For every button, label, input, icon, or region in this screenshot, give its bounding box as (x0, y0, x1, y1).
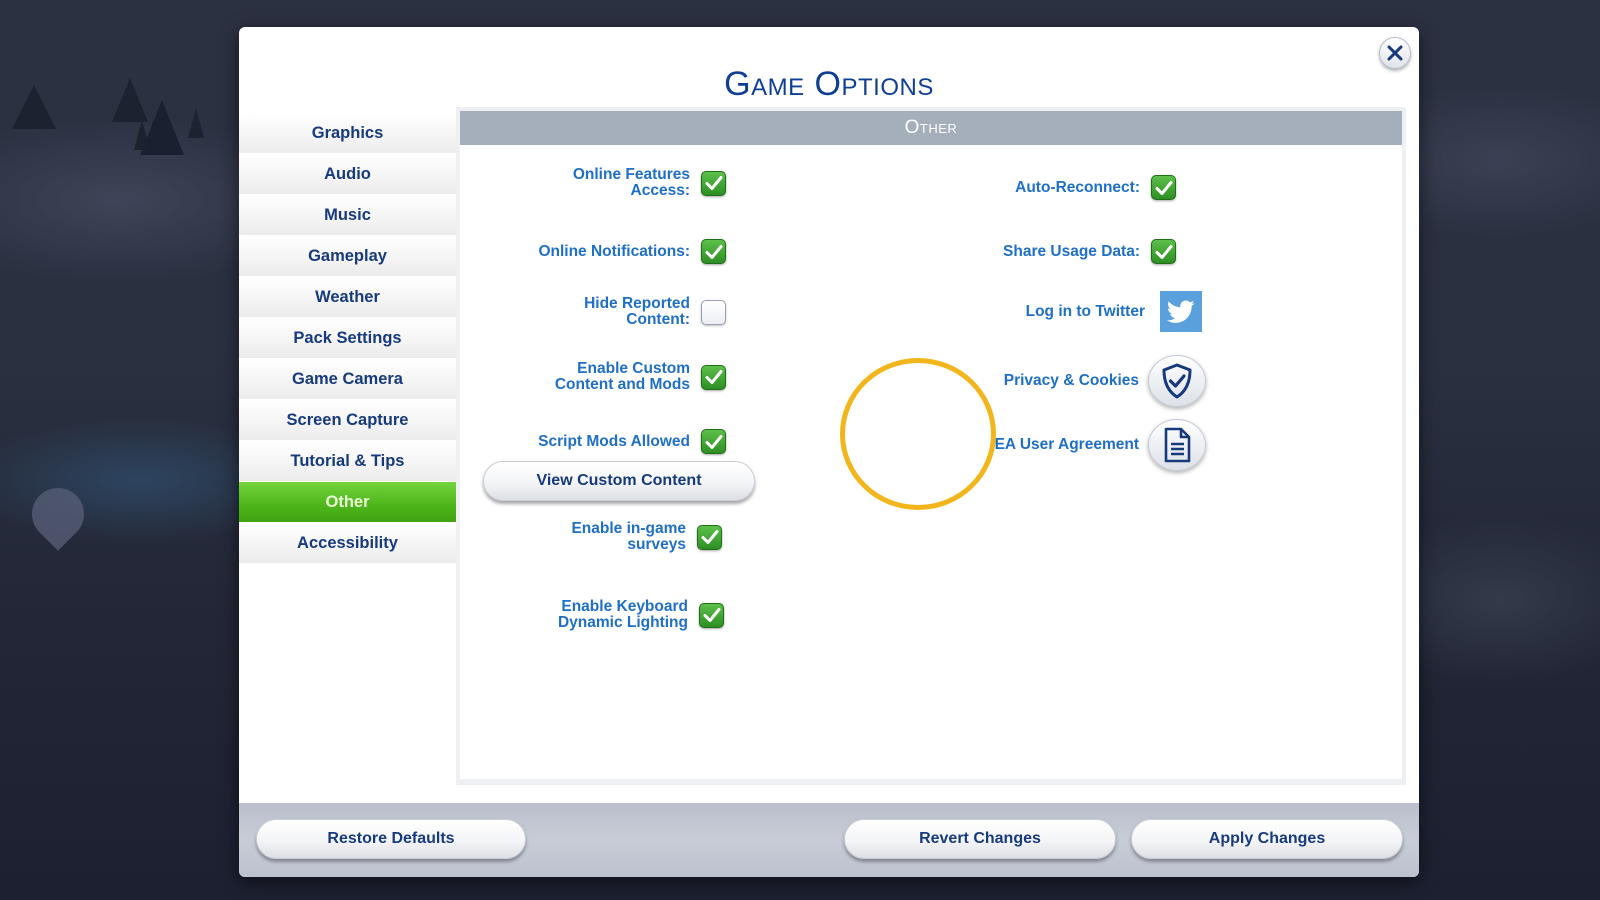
sidebar-item-accessibility[interactable]: Accessibility (239, 523, 456, 564)
apply-changes-button[interactable]: Apply Changes (1131, 819, 1403, 859)
twitter-bird-icon (1167, 299, 1195, 323)
share-usage-data-checkbox[interactable] (1151, 239, 1176, 264)
checkmark-icon (705, 244, 722, 259)
privacy-cookies-button[interactable] (1148, 355, 1206, 407)
options-panel: Other Online Features Access: Online Not… (456, 107, 1406, 785)
option-hide-reported-content: Hide Reported Content: (584, 296, 726, 328)
enable-keyboard-dynamic-lighting-checkbox[interactable] (699, 602, 724, 628)
checkmark-icon (701, 530, 718, 544)
option-label: Script Mods Allowed (538, 432, 690, 450)
background-tree (188, 108, 204, 138)
panel-header: Other (460, 111, 1402, 145)
auto-reconnect-checkbox[interactable] (1151, 175, 1176, 200)
option-enable-keyboard-dynamic-lighting: Enable Keyboard Dynamic Lighting (558, 599, 724, 631)
close-button[interactable] (1379, 37, 1411, 69)
ea-user-agreement-row: EA User Agreement (995, 419, 1206, 471)
twitter-login-row: Log in to Twitter (1026, 291, 1202, 332)
sidebar-item-weather[interactable]: Weather (239, 277, 456, 318)
enable-custom-content-checkbox[interactable] (701, 364, 726, 390)
sidebar-item-gameplay[interactable]: Gameplay (239, 236, 456, 277)
option-share-usage-data: Share Usage Data: (1003, 239, 1176, 264)
option-label: Enable Custom Content and Mods (554, 360, 690, 393)
option-script-mods-allowed: Script Mods Allowed (538, 429, 726, 454)
option-label: Hide Reported Content: (584, 295, 690, 328)
background-tree (134, 120, 150, 150)
annotation-highlight-circle (840, 358, 996, 510)
background-tree (112, 78, 148, 122)
checkmark-icon (703, 608, 720, 622)
sidebar-item-tutorial-tips[interactable]: Tutorial & Tips (239, 441, 456, 482)
dialog-footer: Restore Defaults Revert Changes Apply Ch… (239, 803, 1419, 877)
option-label: Enable in-game surveys (571, 520, 686, 553)
sidebar-item-graphics[interactable]: Graphics (239, 113, 456, 154)
background-tree (12, 85, 56, 129)
privacy-cookies-row: Privacy & Cookies (1004, 355, 1206, 407)
ea-user-agreement-label[interactable]: EA User Agreement (995, 437, 1139, 453)
checkmark-icon (705, 176, 722, 190)
sidebar-item-pack-settings[interactable]: Pack Settings (239, 318, 456, 359)
option-label: Auto-Reconnect: (1015, 178, 1140, 196)
checkmark-icon (1155, 244, 1172, 259)
script-mods-allowed-checkbox[interactable] (701, 429, 726, 454)
sidebar-item-screen-capture[interactable]: Screen Capture (239, 400, 456, 441)
sidebar-item-game-camera[interactable]: Game Camera (239, 359, 456, 400)
map-marker-icon (21, 477, 95, 551)
game-options-dialog: Game Options Graphics Audio Music Gamepl… (239, 27, 1419, 877)
sidebar-item-music[interactable]: Music (239, 195, 456, 236)
restore-defaults-button[interactable]: Restore Defaults (256, 819, 526, 859)
option-label: Share Usage Data: (1003, 242, 1140, 260)
twitter-login-label[interactable]: Log in to Twitter (1026, 303, 1145, 320)
sidebar-item-audio[interactable]: Audio (239, 154, 456, 195)
option-label: Enable Keyboard Dynamic Lighting (557, 598, 688, 631)
twitter-login-button[interactable] (1160, 291, 1202, 332)
shield-check-icon (1162, 363, 1192, 399)
option-enable-in-game-surveys: Enable in-game surveys (571, 521, 722, 553)
enable-in-game-surveys-checkbox[interactable] (697, 524, 722, 550)
revert-changes-button[interactable]: Revert Changes (844, 819, 1116, 859)
checkmark-icon (705, 434, 722, 449)
online-notifications-checkbox[interactable] (701, 239, 726, 264)
sidebar-item-other[interactable]: Other (239, 482, 456, 523)
hide-reported-content-checkbox[interactable] (701, 299, 726, 325)
options-sidebar: Graphics Audio Music Gameplay Weather Pa… (239, 113, 456, 564)
close-icon (1387, 45, 1403, 61)
ea-user-agreement-button[interactable] (1148, 419, 1206, 471)
dialog-title: Game Options (724, 65, 934, 103)
option-enable-custom-content: Enable Custom Content and Mods (555, 361, 726, 393)
view-custom-content-button[interactable]: View Custom Content (483, 461, 755, 501)
checkmark-icon (1155, 180, 1172, 195)
option-online-notifications: Online Notifications: (538, 239, 726, 264)
online-features-access-checkbox[interactable] (701, 170, 726, 196)
option-auto-reconnect: Auto-Reconnect: (1015, 175, 1176, 200)
privacy-cookies-label[interactable]: Privacy & Cookies (1004, 373, 1139, 389)
option-online-features-access: Online Features Access: (573, 167, 726, 199)
option-label: Online Notifications: (538, 242, 690, 260)
option-label: Online Features Access: (572, 166, 690, 199)
document-icon (1164, 427, 1191, 463)
checkmark-icon (705, 370, 722, 384)
